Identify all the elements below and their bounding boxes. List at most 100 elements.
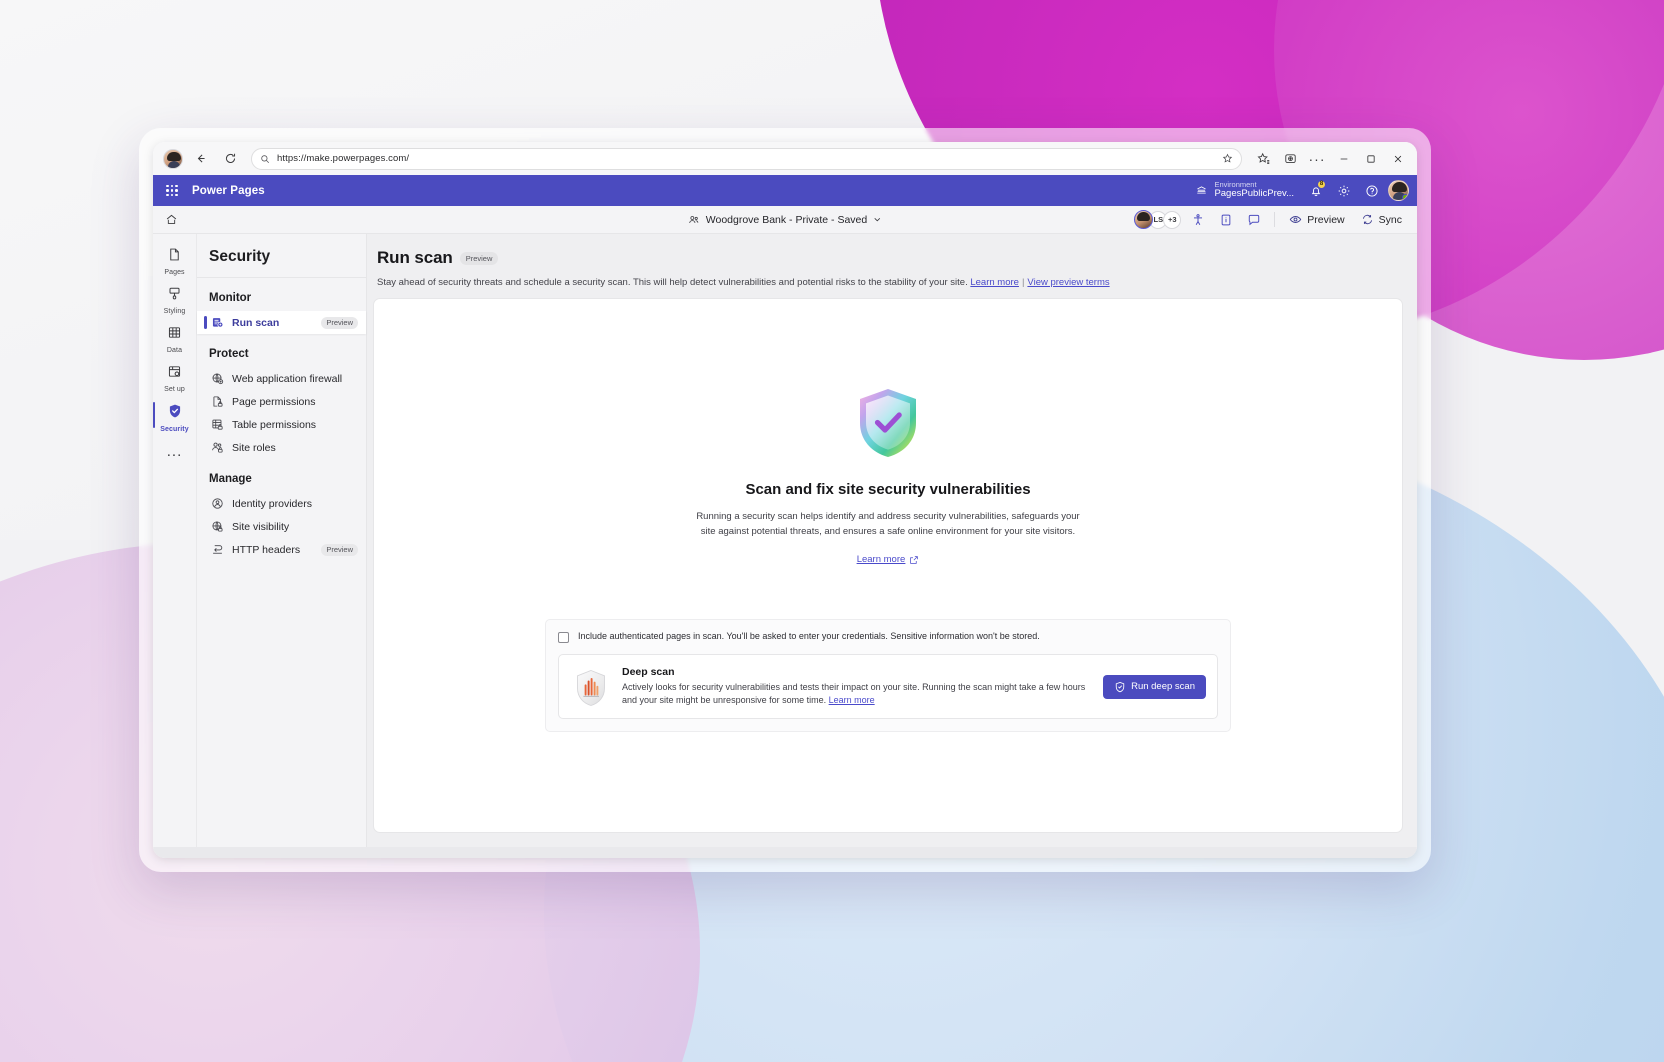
setup-icon [167, 364, 182, 384]
presence-indicator [1402, 194, 1408, 200]
page-description-learn-more-link[interactable]: Learn more [970, 277, 1019, 288]
site-selector[interactable]: Woodgrove Bank - Private - Saved [688, 214, 882, 226]
reload-icon[interactable] [217, 146, 243, 172]
scan-options-box: Include authenticated pages in scan. You… [545, 619, 1231, 732]
rail-item-label: Security [160, 426, 189, 433]
page-description-text: Stay ahead of security threats and sched… [377, 277, 968, 288]
deep-scan-icon [571, 667, 611, 707]
table-lock-icon [211, 418, 224, 431]
nav-item-site-visibility[interactable]: Site visibility [197, 515, 366, 538]
page-description: Stay ahead of security threats and sched… [377, 277, 1110, 288]
page-description-preview-terms-link[interactable]: View preview terms [1027, 277, 1109, 288]
run-scan-icon [211, 316, 224, 329]
page-icon [167, 247, 182, 267]
nav-item-site-roles[interactable]: Site roles [197, 436, 366, 459]
page-title-row: Run scan Preview [373, 234, 1403, 268]
window-status-strip [153, 847, 1417, 858]
address-bar[interactable]: https://make.powerpages.com/ [251, 147, 1242, 170]
nav-item-identity-providers[interactable]: Identity providers [197, 492, 366, 515]
page-lock-icon [211, 395, 224, 408]
profile-avatar-button[interactable] [163, 148, 183, 169]
rail-item-data[interactable]: Data [155, 320, 195, 357]
nav-item-badge: Preview [321, 316, 358, 329]
site-roles-icon [211, 441, 224, 454]
back-arrow-icon[interactable] [187, 146, 213, 172]
minimize-icon[interactable] [1331, 146, 1357, 172]
nav-item-page-permissions[interactable]: Page permissions [197, 390, 366, 413]
feedback-icon[interactable] [1243, 209, 1265, 231]
maximize-icon[interactable] [1358, 146, 1384, 172]
environment-picker[interactable]: Environment PagesPublicPrev... [1195, 181, 1294, 199]
rail-item-styling[interactable]: Styling [155, 281, 195, 318]
run-deep-scan-button[interactable]: Run deep scan [1103, 674, 1206, 699]
preview-button[interactable]: Preview [1284, 210, 1349, 229]
gear-icon[interactable] [1332, 179, 1356, 203]
more-options-icon[interactable]: ··· [1304, 146, 1330, 172]
chevron-down-icon[interactable] [873, 215, 882, 224]
environment-icon [1195, 184, 1208, 197]
search-icon [260, 154, 270, 164]
security-nav-panel: Security Monitor Run scan Preview Protec… [197, 234, 367, 847]
collaborators[interactable]: LS +3 [1134, 210, 1182, 229]
workspace: Pages Styling Data Set up Security ... S… [153, 234, 1417, 847]
hero-learn-more-link[interactable]: Learn more [857, 554, 920, 565]
nav-item-web-application-firewall[interactable]: Web application firewall [197, 367, 366, 390]
rail-item-label: Pages [164, 269, 185, 276]
deep-scan-card: Deep scan Actively looks for security vu… [558, 654, 1218, 719]
notification-bell-icon[interactable]: 8 [1304, 179, 1328, 203]
favorites-icon[interactable] [1250, 146, 1276, 172]
collections-icon[interactable] [1277, 146, 1303, 172]
rail-item-label: Data [166, 347, 183, 354]
nav-item-http-headers[interactable]: HTTP headers Preview [197, 538, 366, 561]
hero-learn-more-label: Learn more [856, 554, 906, 566]
nav-item-label: Page permissions [232, 395, 316, 408]
rail-item-label: Set up [164, 386, 185, 393]
nav-group-manage: Manage [209, 473, 252, 485]
toolbar-divider [1274, 212, 1276, 227]
nav-item-badge: Preview [321, 543, 358, 556]
browser-window: https://make.powerpages.com/ ··· Power P… [153, 142, 1417, 858]
styling-icon [167, 286, 182, 306]
external-link-icon [909, 555, 919, 565]
data-table-icon [167, 325, 182, 345]
nav-item-label: Table permissions [232, 418, 317, 431]
rail-item-pages[interactable]: Pages [155, 242, 195, 279]
rail-item-label: Styling [163, 308, 186, 315]
rail-more-button[interactable]: ... [167, 444, 183, 459]
rail-item-security[interactable]: Security [153, 398, 195, 436]
nav-item-table-permissions[interactable]: Table permissions [197, 413, 366, 436]
device-frame: https://make.powerpages.com/ ··· Power P… [139, 128, 1431, 872]
rail-item-setup[interactable]: Set up [155, 359, 195, 396]
command-bar: Woodgrove Bank - Private - Saved LS +3 P… [153, 206, 1417, 234]
close-icon[interactable] [1385, 146, 1411, 172]
nav-item-label: HTTP headers [232, 543, 301, 556]
hero-heading: Scan and fix site security vulnerabiliti… [745, 481, 1031, 498]
nav-group-protect: Protect [209, 348, 249, 360]
command-bar-right: LS +3 Preview Sync [1134, 209, 1407, 231]
info-panel-icon[interactable] [1215, 209, 1237, 231]
user-avatar[interactable] [1388, 180, 1409, 201]
address-bar-text: https://make.powerpages.com/ [277, 153, 410, 164]
shield-scan-icon [1114, 681, 1126, 693]
nav-item-run-scan[interactable]: Run scan Preview [197, 311, 366, 334]
include-authenticated-pages-checkbox[interactable] [558, 632, 569, 644]
globe-lock-icon [211, 520, 224, 533]
hero-paragraph: Running a security scan helps identify a… [696, 511, 1080, 537]
collaborator-overflow[interactable]: +3 [1163, 210, 1182, 229]
include-authenticated-pages-row[interactable]: Include authenticated pages in scan. You… [558, 631, 1218, 644]
page-title: Run scan [377, 248, 453, 267]
nav-item-label: Run scan [232, 316, 280, 329]
add-favorite-icon[interactable] [1222, 153, 1233, 164]
app-launcher-icon[interactable] [159, 178, 185, 204]
preview-button-label: Preview [1307, 213, 1345, 226]
deep-scan-text: Deep scan Actively looks for security vu… [622, 666, 1092, 707]
nav-item-label: Site roles [232, 441, 276, 454]
nav-item-label: Site visibility [232, 520, 290, 533]
sync-button[interactable]: Sync [1356, 210, 1407, 229]
security-shield-check-icon [856, 387, 920, 459]
environment-value: PagesPublicPrev... [1214, 188, 1294, 200]
help-icon[interactable] [1360, 179, 1384, 203]
home-icon[interactable] [159, 208, 183, 232]
accessibility-checker-icon[interactable] [1187, 209, 1209, 231]
deep-scan-learn-more-link[interactable]: Learn more [829, 695, 875, 705]
